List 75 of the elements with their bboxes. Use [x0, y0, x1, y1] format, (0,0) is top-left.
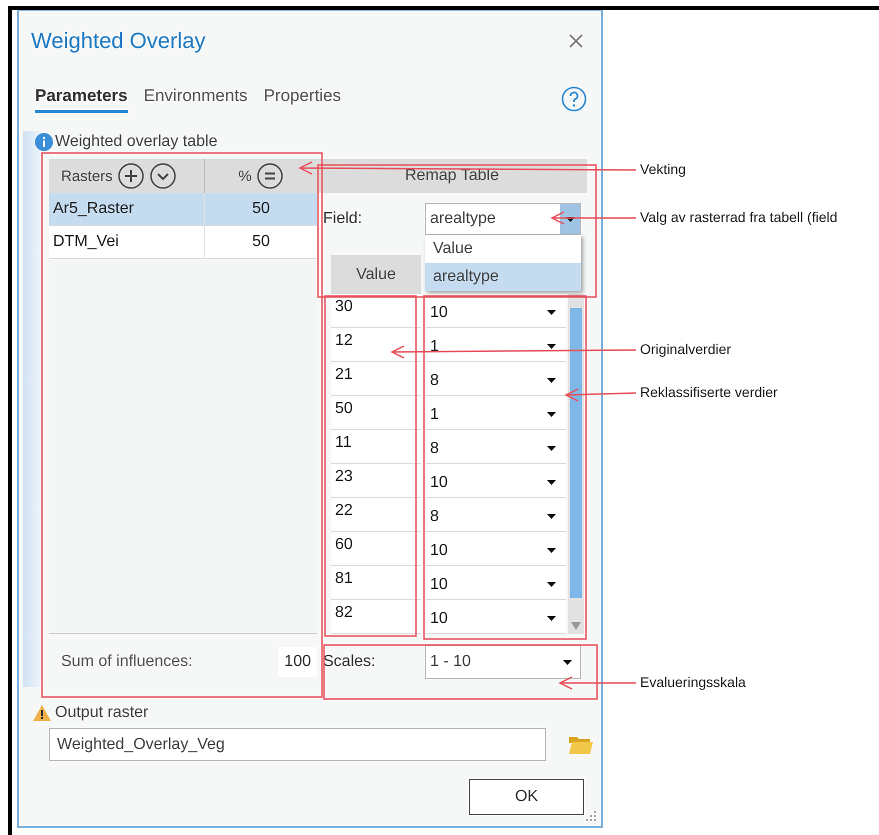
dropdown-option[interactable]: Value	[425, 235, 581, 263]
table-row[interactable]: DTM_Vei 50	[49, 226, 317, 259]
table-cell: Ar5_Raster	[49, 193, 205, 225]
table-cell: 82	[331, 600, 421, 634]
caret-icon	[547, 582, 556, 587]
field-dropdown[interactable]: arealtype	[425, 203, 581, 235]
table-cell: 30	[331, 294, 421, 328]
scales-dropdown[interactable]: 1 - 10	[425, 645, 581, 679]
info-icon	[35, 133, 53, 151]
table-cell: 50	[331, 396, 421, 430]
column-title: Rasters	[61, 168, 113, 184]
table-cell: DTM_Vei	[49, 226, 205, 258]
table-cell: 11	[331, 430, 421, 464]
section-label: Weighted overlay table	[55, 133, 218, 151]
annotation-label: Valg av rasterrad fra tabell (field	[640, 209, 838, 225]
column-header: Value	[331, 255, 421, 294]
sum-label: Sum of influences:	[61, 653, 193, 671]
column-title: %	[238, 168, 252, 184]
annotation-label: Evalueringsskala	[640, 674, 746, 690]
scrollbar-thumb[interactable]	[570, 308, 582, 598]
resize-grip-icon[interactable]	[585, 810, 597, 822]
caret-icon	[547, 548, 556, 553]
chevron-down-icon[interactable]	[148, 162, 177, 190]
caret-icon	[547, 480, 556, 485]
output-label: Output raster	[55, 704, 148, 722]
caret-icon	[547, 344, 556, 349]
add-icon[interactable]	[116, 162, 145, 190]
value-dropdown[interactable]: 10	[426, 294, 566, 328]
tab[interactable]: Environments	[144, 86, 248, 112]
value-dropdown[interactable]: 8	[426, 362, 566, 396]
value-dropdown[interactable]: 10	[426, 464, 566, 498]
table-cell: 12	[331, 328, 421, 362]
folder-icon[interactable]	[568, 734, 594, 754]
annotation-label: Originalverdier	[640, 341, 732, 357]
table-cell: 81	[331, 566, 421, 600]
caret-icon	[547, 514, 556, 519]
value-dropdown[interactable]: 10	[426, 566, 566, 600]
table-cell-text: 50	[251, 199, 271, 219]
caret-icon	[547, 412, 556, 417]
table-row[interactable]: Ar5_Raster 50	[49, 193, 317, 226]
field-label: Field:	[322, 210, 364, 228]
value-dropdown[interactable]: 1	[426, 328, 566, 362]
value-dropdown[interactable]: 8	[426, 430, 566, 464]
caret-icon	[566, 216, 574, 222]
close-icon[interactable]	[569, 34, 583, 48]
scrollbar[interactable]	[568, 294, 584, 634]
caret-icon	[547, 446, 556, 451]
caret-icon	[563, 660, 572, 664]
table-cell: 22	[331, 498, 421, 532]
table-cell-text: 50	[251, 232, 271, 252]
sum-value: 100	[278, 647, 317, 677]
caret-icon	[547, 378, 556, 383]
scroll-down-icon[interactable]	[571, 622, 581, 630]
value-dropdown[interactable]: 8	[426, 498, 566, 532]
table-cell: 21	[331, 362, 421, 396]
scales-label: Scales:	[322, 653, 376, 671]
ok-button[interactable]: OK	[469, 779, 584, 815]
dropdown-value: arealtype	[430, 210, 496, 228]
equal-icon[interactable]	[256, 162, 284, 190]
value-dropdown[interactable]: 10	[426, 600, 566, 634]
tab[interactable]: Properties	[264, 86, 342, 112]
value-dropdown[interactable]: 1	[426, 396, 566, 430]
annotation-label: Reklassifiserte verdier	[640, 384, 778, 400]
warning-icon	[33, 705, 51, 721]
table-cell: 60	[331, 532, 421, 566]
caret-icon	[547, 616, 556, 621]
help-icon[interactable]	[561, 86, 587, 112]
value-dropdown[interactable]: 10	[426, 532, 566, 566]
tab[interactable]: Parameters	[35, 86, 128, 112]
annotation-label: Vekting	[640, 161, 686, 177]
dropdown-option[interactable]: arealtype	[425, 263, 581, 291]
caret-icon	[547, 310, 556, 315]
output-raster-field[interactable]: Weighted_Overlay_Veg	[49, 728, 546, 761]
table-cell: 23	[331, 464, 421, 498]
window-title: Weighted Overlay	[31, 28, 206, 54]
